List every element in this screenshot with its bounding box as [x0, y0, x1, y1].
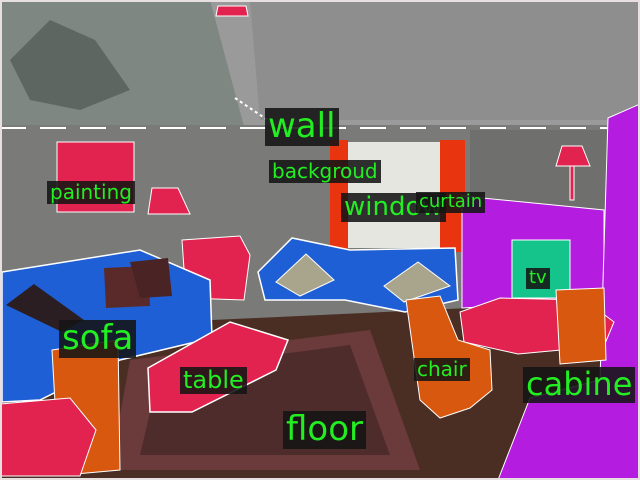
label-painting: painting	[47, 181, 135, 204]
label-sofa: sofa	[59, 320, 137, 358]
label-floor: floor	[283, 411, 366, 449]
label-wall: wall	[265, 108, 339, 146]
label-curtain: curtain	[416, 192, 486, 213]
ceiling-lamp	[215, 5, 249, 17]
label-cabinet: cabine	[523, 367, 636, 403]
label-chair: chair	[414, 358, 470, 381]
label-tv: tv	[526, 268, 550, 289]
ceiling-right	[250, 0, 640, 120]
segmentation-scene: wall backgroud painting window curtain t…	[0, 0, 640, 480]
label-backgroud: backgroud	[269, 160, 381, 183]
scene-illustration	[0, 0, 640, 480]
label-table: table	[180, 367, 247, 395]
chair-right	[555, 287, 607, 365]
